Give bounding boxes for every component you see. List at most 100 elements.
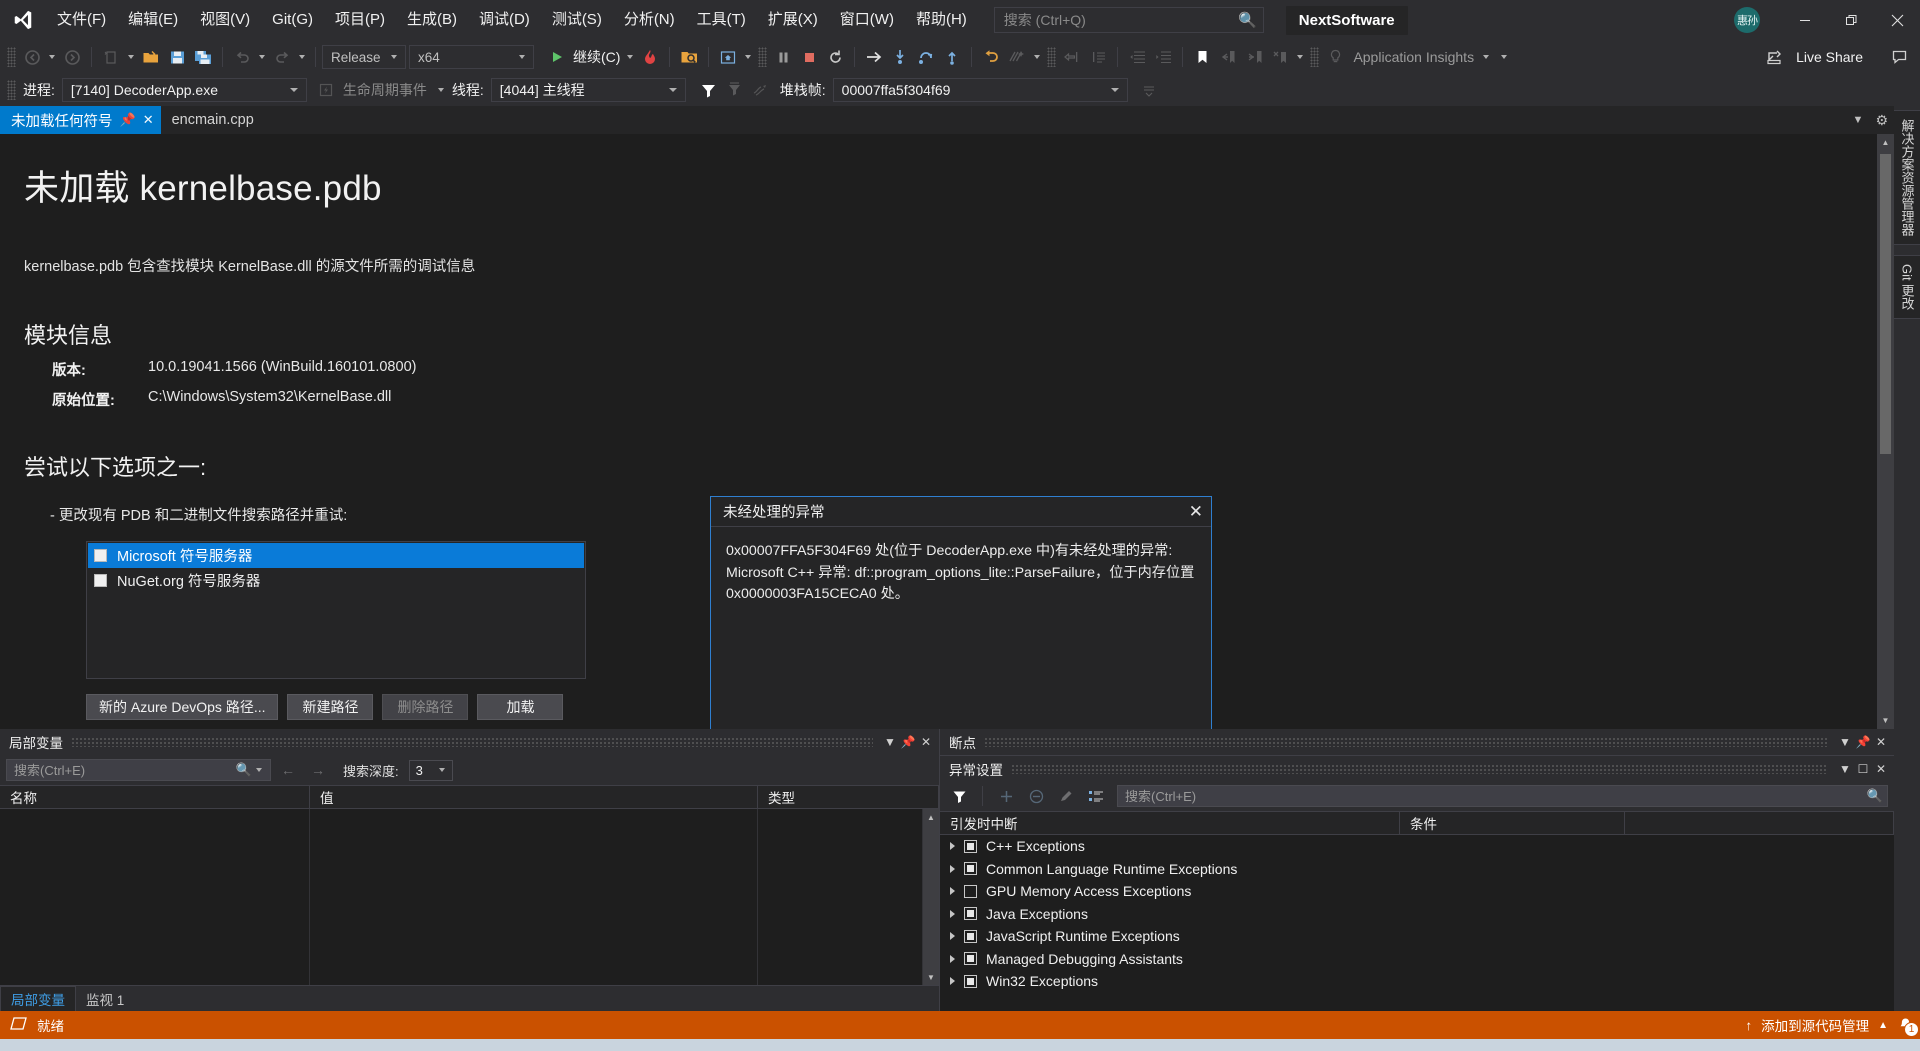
quick-search-input[interactable] — [1003, 12, 1235, 28]
new-item-icon[interactable] — [98, 44, 124, 70]
continue-dropdown-icon[interactable] — [627, 55, 634, 59]
chevron-down-icon[interactable]: ▼ — [1836, 735, 1854, 749]
application-insights-dropdown-icon[interactable] — [1483, 55, 1490, 59]
checkbox-partial[interactable] — [964, 907, 977, 921]
close-icon[interactable]: ✕ — [1872, 735, 1890, 749]
continue-button-label[interactable]: 继续(C) — [570, 47, 623, 67]
remove-icon[interactable] — [1023, 783, 1049, 809]
debugbar-overflow-icon[interactable] — [1136, 77, 1162, 103]
live-share-icon[interactable] — [1761, 44, 1787, 70]
debugbar-grip[interactable] — [7, 80, 16, 100]
menu-test[interactable]: 测试(S) — [541, 0, 613, 40]
redo-icon[interactable] — [269, 44, 295, 70]
save-icon[interactable] — [164, 44, 190, 70]
uncomment-icon[interactable] — [1085, 44, 1111, 70]
application-insights-label[interactable]: Application Insights — [1348, 49, 1479, 65]
expander-right-icon[interactable] — [950, 954, 955, 963]
exception-row-gpu[interactable]: GPU Memory Access Exceptions — [940, 880, 1894, 903]
chevron-down-icon[interactable]: ▼ — [1853, 114, 1864, 126]
notification-bell[interactable]: 1 — [1897, 1017, 1919, 1037]
maximize-restore-button[interactable] — [1828, 0, 1874, 40]
menu-window[interactable]: 窗口(W) — [829, 0, 905, 40]
pin-icon[interactable]: 📌 — [120, 112, 136, 128]
exception-row-mda[interactable]: Managed Debugging Assistants — [940, 948, 1894, 971]
toolbar-grip-3[interactable] — [1047, 47, 1057, 67]
new-path-button[interactable]: 新建路径 — [287, 694, 374, 720]
live-preview-dropdown-icon[interactable] — [745, 55, 752, 59]
exception-row-javascript[interactable]: JavaScript Runtime Exceptions — [940, 925, 1894, 948]
panel-drag-dots[interactable] — [1011, 763, 1828, 774]
menu-tools[interactable]: 工具(T) — [686, 0, 757, 40]
avatar[interactable]: 惠孙 — [1734, 7, 1760, 33]
live-share-label[interactable]: Live Share — [1793, 49, 1866, 65]
edit-icon[interactable] — [1053, 783, 1079, 809]
expander-right-icon[interactable] — [950, 977, 955, 986]
menu-analyze[interactable]: 分析(N) — [613, 0, 686, 40]
tab-no-symbols-loaded[interactable]: 未加载任何符号 📌 ✕ — [0, 106, 161, 134]
close-icon[interactable]: ✕ — [1189, 503, 1203, 520]
checkbox-partial[interactable] — [964, 929, 977, 943]
close-icon[interactable]: ✕ — [1872, 762, 1890, 776]
open-folder-icon[interactable] — [138, 44, 164, 70]
previous-bookmark-icon[interactable] — [1215, 44, 1241, 70]
pin-icon[interactable]: 📌 — [899, 735, 917, 749]
column-header-name[interactable]: 名称 — [0, 786, 310, 808]
lightbulb-icon[interactable] — [1322, 44, 1348, 70]
clear-bookmarks-icon[interactable] — [1267, 44, 1293, 70]
expander-right-icon[interactable] — [950, 864, 955, 873]
gear-icon[interactable]: ⚙ — [1875, 112, 1888, 129]
checkbox[interactable] — [94, 549, 107, 562]
step-over-icon[interactable] — [913, 44, 939, 70]
outdent-icon[interactable] — [1124, 44, 1150, 70]
locals-search-box[interactable]: 🔍 — [6, 759, 271, 781]
close-icon[interactable]: ✕ — [917, 735, 935, 749]
exception-row-clr[interactable]: Common Language Runtime Exceptions — [940, 858, 1894, 881]
add-to-source-control-label[interactable]: 添加到源代码管理 — [1761, 1015, 1869, 1035]
panel-drag-dots[interactable] — [71, 737, 873, 747]
intellicode-dropdown-icon[interactable] — [1034, 55, 1041, 59]
hot-reload-icon[interactable] — [637, 44, 663, 70]
threads-icon[interactable] — [748, 77, 774, 103]
undo-icon[interactable] — [229, 44, 255, 70]
list-item-nuget-symbol-server[interactable]: NuGet.org 符号服务器 — [88, 568, 584, 593]
menu-debug[interactable]: 调试(D) — [468, 0, 541, 40]
filter-icon[interactable] — [946, 783, 972, 809]
stop-icon[interactable] — [796, 44, 822, 70]
navigate-back-icon[interactable] — [19, 44, 45, 70]
exception-search-input[interactable] — [1125, 788, 1867, 804]
quick-search-box[interactable]: 🔍 — [993, 7, 1264, 33]
arrow-left-icon[interactable]: ← — [275, 757, 301, 783]
scroll-down-arrow-icon[interactable]: ▼ — [923, 969, 939, 985]
search-depth-combo[interactable]: 3 — [408, 759, 453, 781]
expander-right-icon[interactable] — [950, 842, 955, 851]
restore-icon[interactable]: ☐ — [1854, 762, 1872, 776]
attach-to-process-icon[interactable] — [676, 44, 702, 70]
scroll-up-arrow-icon[interactable]: ▲ — [1877, 134, 1894, 151]
search-icon[interactable]: 🔍 — [1867, 788, 1883, 804]
checkbox-partial[interactable] — [964, 974, 977, 988]
save-all-icon[interactable] — [190, 44, 216, 70]
pin-icon[interactable]: 📌 — [1854, 735, 1872, 749]
close-button[interactable] — [1874, 0, 1920, 40]
locals-vertical-scrollbar[interactable]: ▲ ▼ — [923, 809, 939, 985]
new-azure-devops-path-button[interactable]: 新的 Azure DevOps 路径... — [86, 694, 279, 720]
checkbox-partial[interactable] — [964, 862, 977, 876]
expander-right-icon[interactable] — [950, 932, 955, 941]
expander-right-icon[interactable] — [950, 909, 955, 918]
arrow-right-icon[interactable] — [861, 44, 887, 70]
add-icon[interactable] — [993, 783, 1019, 809]
tab-encmain-cpp[interactable]: encmain.cpp — [160, 106, 261, 134]
play-icon[interactable] — [544, 44, 570, 70]
menu-edit[interactable]: 编辑(E) — [117, 0, 189, 40]
thread-combo[interactable]: [4044] 主线程 — [490, 78, 686, 102]
minimize-button[interactable] — [1782, 0, 1828, 40]
pause-icon[interactable] — [770, 44, 796, 70]
toolbar-overflow-icon[interactable] — [1501, 55, 1508, 59]
feedback-icon[interactable] — [1886, 44, 1912, 70]
intellicode-icon[interactable] — [1004, 44, 1030, 70]
tab-locals[interactable]: 局部变量 — [0, 986, 76, 1011]
menu-file[interactable]: 文件(F) — [46, 0, 117, 40]
chevron-down-icon[interactable]: ▼ — [881, 735, 899, 749]
navigate-forward-icon[interactable] — [59, 44, 85, 70]
scrollbar-thumb[interactable] — [1880, 154, 1891, 454]
